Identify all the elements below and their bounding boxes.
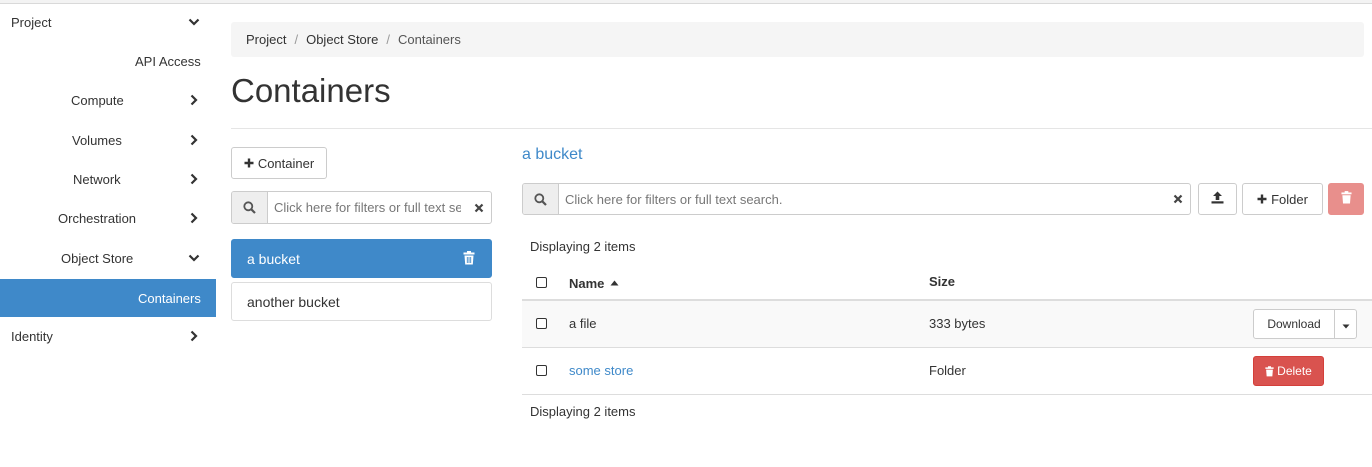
row-divider — [522, 394, 1372, 395]
times-icon[interactable] — [1166, 184, 1190, 214]
object-size: Folder — [929, 363, 966, 378]
chevron-right-icon — [186, 328, 202, 344]
sidebar-item-api-access[interactable]: API Access — [0, 42, 216, 80]
add-container-label: Container — [257, 155, 315, 171]
object-search-input[interactable] — [559, 184, 1166, 214]
upload-button[interactable] — [1198, 183, 1237, 215]
container-item-a-bucket[interactable]: a bucket — [231, 239, 492, 278]
sidebar-item-project[interactable]: Project — [0, 3, 216, 41]
sidebar-item-volumes[interactable]: Volumes — [0, 121, 216, 159]
sidebar-item-identity[interactable]: Identity — [0, 317, 216, 355]
object-search — [522, 183, 1191, 215]
container-name: another bucket — [247, 293, 340, 310]
container-name: a bucket — [247, 250, 300, 267]
column-header-name[interactable]: Name — [569, 274, 619, 291]
chevron-right-icon — [186, 210, 202, 226]
sidebar-item-orchestration[interactable]: Orchestration — [0, 199, 216, 237]
bucket-title[interactable]: a bucket — [522, 146, 582, 164]
delete-button[interactable]: Delete — [1253, 356, 1324, 386]
plus-icon — [244, 155, 254, 171]
row-checkbox[interactable] — [536, 318, 547, 329]
trash-icon — [1265, 365, 1274, 377]
breadcrumb-project[interactable]: Project — [246, 32, 286, 47]
chevron-down-icon — [186, 14, 202, 30]
delete-selected-button[interactable] — [1328, 183, 1364, 215]
sidebar-item-compute[interactable]: Compute — [0, 81, 216, 119]
displaying-count-bottom: Displaying 2 items — [530, 404, 636, 419]
breadcrumb-separator: / — [386, 32, 390, 47]
delete-label: Delete — [1277, 364, 1312, 378]
divider — [231, 128, 1372, 129]
chevron-down-icon — [186, 250, 202, 266]
trash-icon — [1340, 191, 1352, 207]
add-container-button[interactable]: Container — [231, 147, 327, 179]
breadcrumb-current: Containers — [397, 32, 461, 47]
chevron-right-icon — [186, 92, 202, 108]
sidebar-item-label: Volumes — [72, 132, 122, 148]
sidebar-item-network[interactable]: Network — [0, 160, 216, 198]
sidebar-item-label: Object Store — [61, 250, 134, 266]
download-button[interactable]: Download — [1253, 309, 1335, 339]
sidebar-item-object-store[interactable]: Object Store — [0, 239, 216, 277]
container-search-input[interactable] — [268, 192, 467, 223]
upload-icon — [1211, 191, 1224, 207]
column-header-label: Name — [569, 276, 605, 291]
breadcrumb-object-store[interactable]: Object Store — [306, 32, 378, 47]
sidebar-item-containers[interactable]: Containers — [0, 279, 216, 317]
chevron-right-icon — [186, 171, 202, 187]
sidebar-item-label: API Access — [135, 53, 201, 69]
chevron-right-icon — [186, 132, 202, 148]
select-all-checkbox[interactable] — [536, 277, 547, 288]
plus-icon — [1257, 191, 1267, 207]
sort-asc-icon — [610, 274, 619, 289]
sidebar-item-label: Compute — [71, 92, 124, 108]
breadcrumb: Project / Object Store / Containers — [231, 22, 1364, 57]
trash-icon[interactable] — [463, 251, 477, 267]
caret-down-icon — [1342, 317, 1350, 332]
column-header-size: Size — [929, 274, 956, 289]
search-icon — [232, 192, 268, 223]
breadcrumb-separator: / — [294, 32, 299, 47]
displaying-count-top: Displaying 2 items — [530, 239, 636, 254]
page-title: Containers — [231, 72, 391, 109]
folder-link[interactable]: some store — [569, 363, 633, 378]
add-folder-button[interactable]: Folder — [1242, 183, 1323, 215]
row-checkbox[interactable] — [536, 365, 547, 376]
row-actions-dropdown[interactable] — [1334, 309, 1357, 339]
search-icon — [523, 184, 559, 214]
sidebar-item-label: Orchestration — [58, 210, 137, 226]
sidebar-item-label: Containers — [138, 290, 201, 306]
row-divider — [522, 347, 1372, 348]
container-search — [231, 191, 492, 224]
sidebar-item-label: Network — [73, 171, 121, 187]
sidebar-item-label: Project — [11, 14, 52, 30]
times-icon[interactable] — [467, 192, 491, 223]
container-item-another-bucket[interactable]: another bucket — [231, 282, 492, 321]
object-size: 333 bytes — [929, 316, 986, 331]
sidebar-item-label: Identity — [11, 328, 53, 344]
object-name: a file — [569, 316, 597, 331]
add-folder-label: Folder — [1271, 191, 1308, 207]
